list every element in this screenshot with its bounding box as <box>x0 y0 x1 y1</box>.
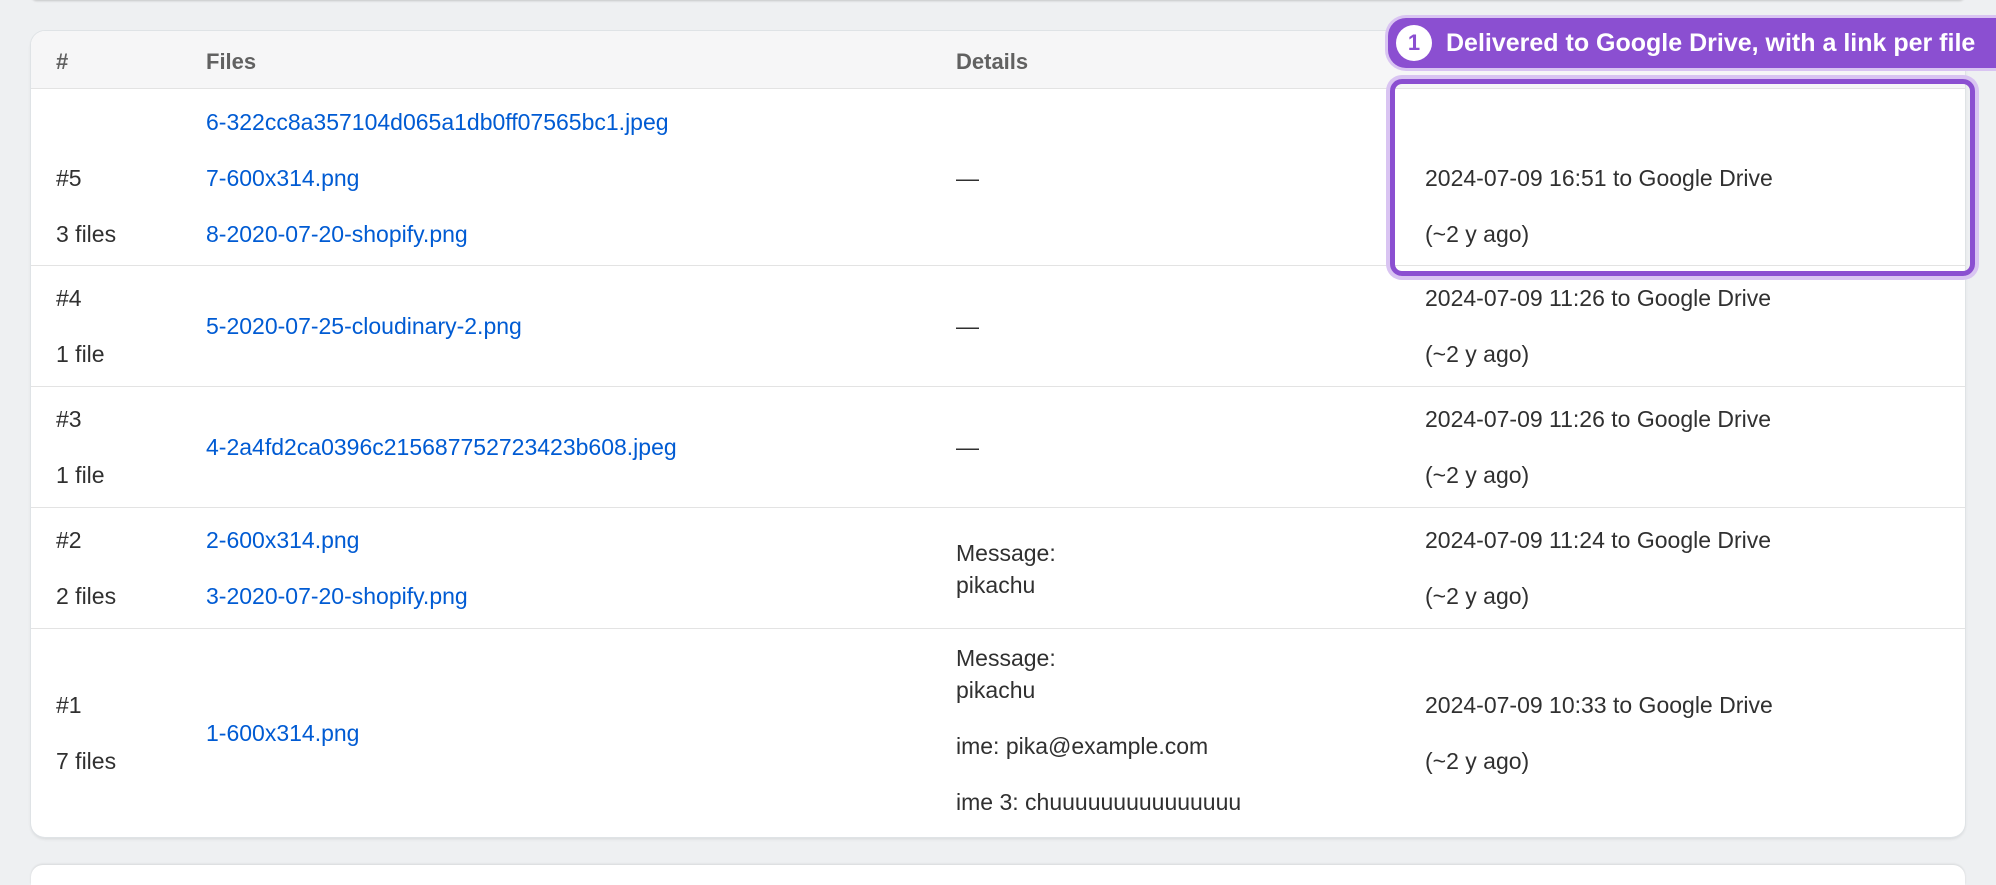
next-card-edge <box>31 865 1965 885</box>
delivery-cell: 2024-07-09 11:24 to Google Drive (~2 y a… <box>1425 526 1771 610</box>
files-cell: 6-322cc8a357104d065a1db0ff07565bc1.jpeg … <box>206 108 669 248</box>
field-email: ime: pika@example.com <box>956 733 1209 759</box>
file-link[interactable]: 8-2020-07-20-shopify.png <box>206 220 669 248</box>
delivery-cell: 2024-07-09 11:26 to Google Drive (~2 y a… <box>1425 405 1771 489</box>
file-link[interactable]: 6-322cc8a357104d065a1db0ff07565bc1.jpeg <box>206 108 669 136</box>
file-count: 1 file <box>56 341 105 367</box>
details-cell: Message: pikachu ime: pika@example.com i… <box>956 642 1241 818</box>
delivery-cell: 2024-07-09 11:26 to Google Drive (~2 y a… <box>1425 284 1771 368</box>
submission-id-cell: #5 3 files <box>56 164 116 248</box>
delivery-age: (~2 y ago) <box>1425 221 1530 247</box>
file-count: 3 files <box>56 221 117 247</box>
submission-id: #3 <box>56 406 82 432</box>
callout-text: Delivered to Google Drive, with a link p… <box>1446 28 1976 57</box>
column-header-details: Details <box>956 49 1029 74</box>
file-link[interactable]: 2-600x314.png <box>206 526 468 554</box>
delivery-status: 2024-07-09 11:24 to Google Drive <box>1425 527 1772 553</box>
file-link[interactable]: 7-600x314.png <box>206 164 669 192</box>
file-count: 1 file <box>56 462 105 488</box>
file-link[interactable]: 4-2a4fd2ca0396c215687752723423b608.jpeg <box>206 433 677 461</box>
file-link[interactable]: 5-2020-07-25-cloudinary-2.png <box>206 312 522 340</box>
message-value: pikachu <box>956 677 1036 703</box>
submission-id-cell: #3 1 file <box>56 405 105 489</box>
delivery-status: 2024-07-09 16:51 to Google Drive <box>1425 165 1773 191</box>
delivery-status: 2024-07-09 10:33 to Google Drive <box>1425 692 1773 718</box>
files-cell: 4-2a4fd2ca0396c215687752723423b608.jpeg <box>206 433 677 461</box>
delivery-status: 2024-07-09 11:26 to Google Drive <box>1425 285 1772 311</box>
column-header-number: # <box>56 49 69 74</box>
details-empty: — <box>956 434 979 460</box>
field-ime3: ime 3: chuuuuuuuuuuuuuuu <box>956 789 1242 815</box>
details-empty: — <box>956 313 979 339</box>
table-row: #5 3 files 6-322cc8a357104d065a1db0ff075… <box>31 89 1965 266</box>
message-value: pikachu <box>956 572 1036 598</box>
details-cell: Message: pikachu <box>956 537 1056 601</box>
message-label: Message: <box>956 540 1056 566</box>
delivery-age: (~2 y ago) <box>1425 341 1530 367</box>
table-row: #2 2 files 2-600x314.png 3-2020-07-20-sh… <box>31 508 1965 629</box>
submission-id-cell: #1 7 files <box>56 691 116 775</box>
submissions-table: # Files Details #5 3 files 6-322cc8a3571… <box>31 31 1965 837</box>
table-row: #1 7 files 1-600x314.png Message: pikach… <box>31 629 1965 837</box>
submission-id: #1 <box>56 692 82 718</box>
files-cell: 1-600x314.png <box>206 719 359 747</box>
submission-id-cell: #4 1 file <box>56 284 105 368</box>
delivery-age: (~2 y ago) <box>1425 462 1530 488</box>
submission-id: #2 <box>56 527 82 553</box>
files-cell: 2-600x314.png 3-2020-07-20-shopify.png <box>206 526 468 610</box>
step-badge: 1 <box>1396 25 1432 61</box>
submission-id: #4 <box>56 285 82 311</box>
details-empty: — <box>956 165 979 191</box>
tour-callout: 1 Delivered to Google Drive, with a link… <box>1388 18 1996 68</box>
table-row: #4 1 file 5-2020-07-25-cloudinary-2.png … <box>31 266 1965 387</box>
column-header-files: Files <box>206 49 257 74</box>
file-link[interactable]: 3-2020-07-20-shopify.png <box>206 582 468 610</box>
delivery-age: (~2 y ago) <box>1425 748 1530 774</box>
delivery-cell: 2024-07-09 16:51 to Google Drive (~2 y a… <box>1425 164 1773 248</box>
delivery-status: 2024-07-09 11:26 to Google Drive <box>1425 406 1772 432</box>
table-row: #3 1 file 4-2a4fd2ca0396c215687752723423… <box>31 387 1965 508</box>
submission-id-cell: #2 2 files <box>56 526 116 610</box>
submission-id: #5 <box>56 165 82 191</box>
file-link[interactable]: 1-600x314.png <box>206 719 359 747</box>
file-count: 2 files <box>56 583 117 609</box>
file-count: 7 files <box>56 748 117 774</box>
message-label: Message: <box>956 645 1056 671</box>
delivery-cell: 2024-07-09 10:33 to Google Drive (~2 y a… <box>1425 691 1773 775</box>
files-cell: 5-2020-07-25-cloudinary-2.png <box>206 312 522 340</box>
delivery-age: (~2 y ago) <box>1425 583 1530 609</box>
